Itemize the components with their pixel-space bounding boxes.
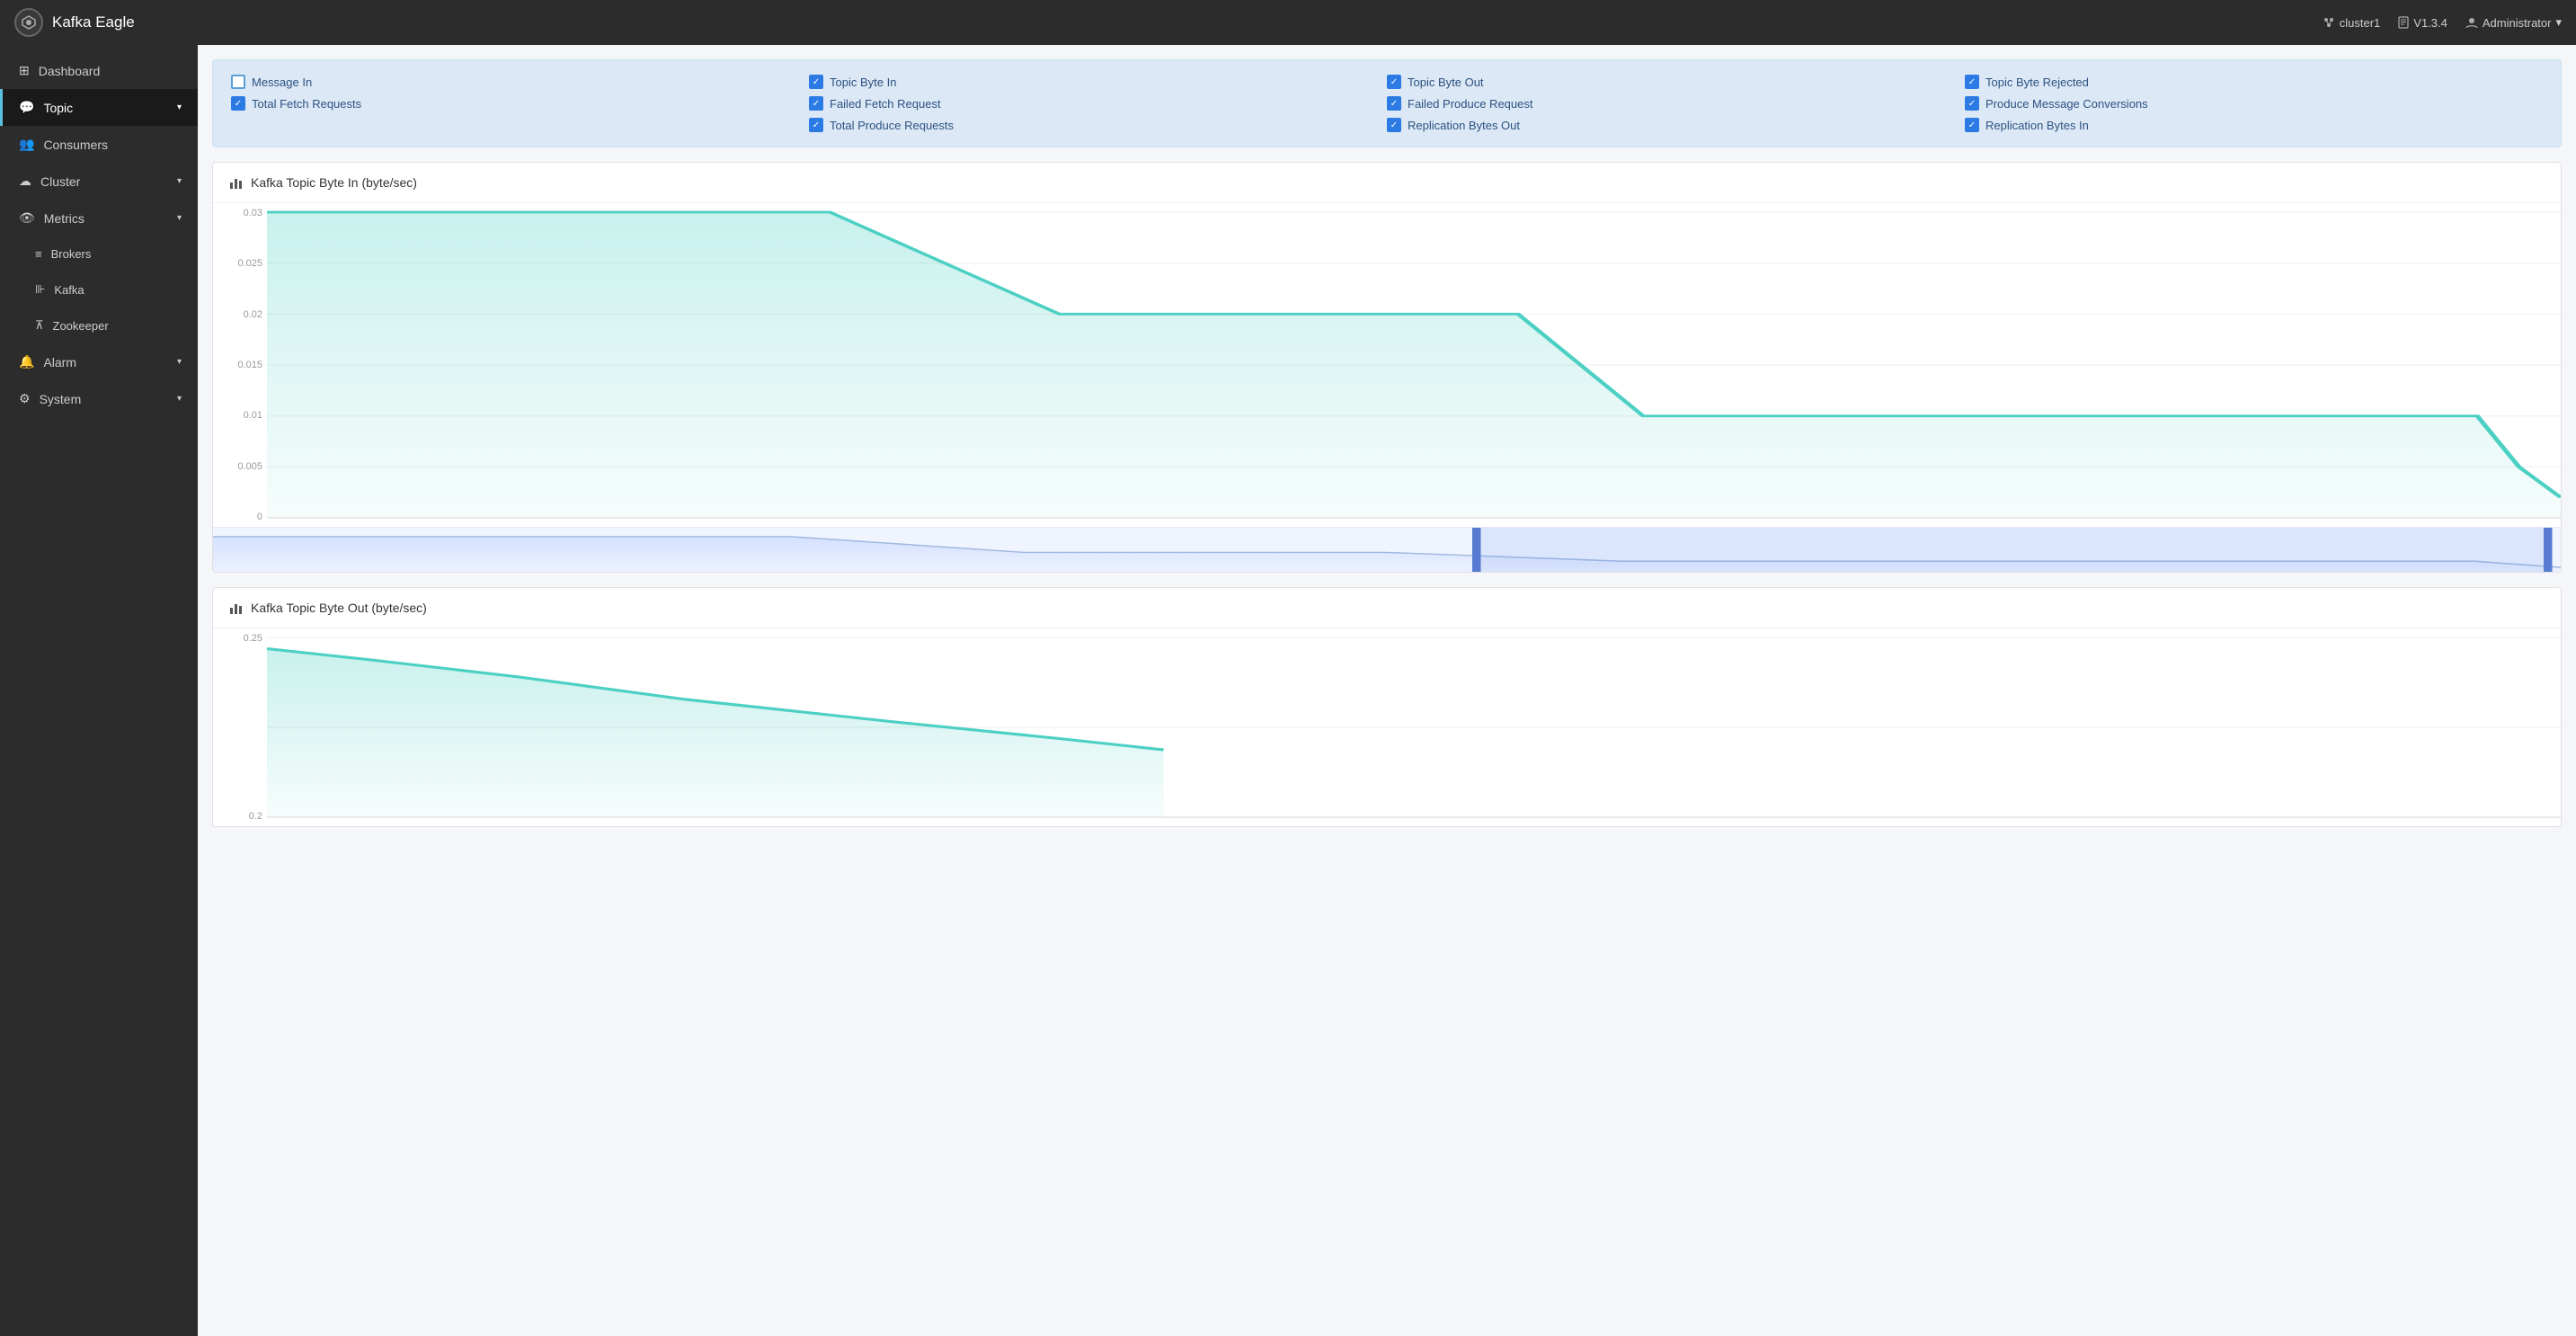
filter-empty bbox=[231, 118, 809, 132]
filter-topic-byte-out[interactable]: ✓ Topic Byte Out bbox=[1387, 75, 1965, 89]
failed-produce-request-label: Failed Produce Request bbox=[1408, 97, 1532, 111]
sidebar-label-system: System bbox=[40, 392, 82, 406]
system-chevron-icon: ▾ bbox=[177, 394, 182, 404]
filter-topic-byte-in[interactable]: ✓ Topic Byte In bbox=[809, 75, 1387, 89]
total-produce-requests-label: Total Produce Requests bbox=[830, 119, 954, 132]
topic-byte-out-checkbox[interactable]: ✓ bbox=[1387, 75, 1401, 89]
brokers-icon: ≡ bbox=[35, 247, 42, 261]
filter-failed-produce-request[interactable]: ✓ Failed Produce Request bbox=[1387, 96, 1965, 111]
chart1-minimap[interactable] bbox=[213, 527, 2561, 572]
user-indicator[interactable]: Administrator ▾ bbox=[2465, 15, 2562, 30]
sidebar-label-zookeeper: Zookeeper bbox=[53, 319, 109, 333]
user-dropdown-icon: ▾ bbox=[2555, 15, 2562, 30]
chart-bar-icon bbox=[229, 175, 244, 190]
sidebar-label-kafka: Kafka bbox=[54, 283, 84, 297]
alarm-chevron-icon: ▾ bbox=[177, 357, 182, 367]
system-icon: ⚙ bbox=[19, 391, 31, 406]
version-indicator: V1.3.4 bbox=[2398, 16, 2447, 30]
sidebar-item-metrics[interactable]: 👁 Metrics ▾ bbox=[0, 200, 198, 236]
replication-bytes-in-label: Replication Bytes In bbox=[1985, 119, 2089, 132]
chart2-title: Kafka Topic Byte Out (byte/sec) bbox=[251, 601, 427, 615]
logo-icon bbox=[14, 8, 43, 37]
failed-fetch-request-checkbox[interactable]: ✓ bbox=[809, 96, 823, 111]
consumers-icon: 👥 bbox=[19, 137, 34, 152]
sidebar-item-system[interactable]: ⚙ System ▾ bbox=[0, 380, 198, 417]
filter-panel: Message In ✓ Topic Byte In ✓ Topic Byte … bbox=[212, 59, 2562, 147]
sidebar-item-topic[interactable]: 💬 Topic ▾ bbox=[0, 89, 198, 126]
filter-replication-bytes-in[interactable]: ✓ Replication Bytes In bbox=[1965, 118, 2543, 132]
topic-chevron-icon: ▾ bbox=[177, 102, 182, 112]
chart-topic-byte-out: Kafka Topic Byte Out (byte/sec) 0.25 0.2 bbox=[212, 587, 2562, 827]
message-in-label: Message In bbox=[252, 76, 312, 89]
sidebar-label-dashboard: Dashboard bbox=[39, 64, 101, 78]
filter-failed-fetch-request[interactable]: ✓ Failed Fetch Request bbox=[809, 96, 1387, 111]
chart-title-byte-out: Kafka Topic Byte Out (byte/sec) bbox=[213, 588, 2561, 628]
cluster-icon: ☁ bbox=[19, 174, 31, 189]
sidebar-label-alarm: Alarm bbox=[43, 355, 76, 370]
metrics-icon: 👁 bbox=[19, 210, 35, 226]
produce-message-conversions-checkbox[interactable]: ✓ bbox=[1965, 96, 1979, 111]
failed-produce-request-checkbox[interactable]: ✓ bbox=[1387, 96, 1401, 111]
topic-byte-in-checkbox[interactable]: ✓ bbox=[809, 75, 823, 89]
chart2-body: 0.25 0.2 bbox=[213, 628, 2561, 826]
topic-byte-out-label: Topic Byte Out bbox=[1408, 76, 1484, 89]
total-fetch-requests-checkbox[interactable]: ✓ bbox=[231, 96, 245, 111]
filter-total-produce-requests[interactable]: ✓ Total Produce Requests bbox=[809, 118, 1387, 132]
sidebar-item-kafka[interactable]: ⊪ Kafka bbox=[0, 272, 198, 307]
filter-total-fetch-requests[interactable]: ✓ Total Fetch Requests bbox=[231, 96, 809, 111]
chart1-title: Kafka Topic Byte In (byte/sec) bbox=[251, 175, 417, 190]
replication-bytes-out-label: Replication Bytes Out bbox=[1408, 119, 1520, 132]
failed-fetch-request-label: Failed Fetch Request bbox=[830, 97, 941, 111]
sidebar-label-brokers: Brokers bbox=[51, 247, 92, 261]
sidebar-item-consumers[interactable]: 👥 Consumers bbox=[0, 126, 198, 163]
topic-byte-rejected-label: Topic Byte Rejected bbox=[1985, 76, 2089, 89]
chart1-y-labels: 0.03 0.025 0.02 0.015 0.01 0.005 0 bbox=[213, 203, 262, 527]
chart-title-byte-in: Kafka Topic Byte In (byte/sec) bbox=[213, 163, 2561, 203]
filter-produce-message-conversions[interactable]: ✓ Produce Message Conversions bbox=[1965, 96, 2543, 111]
top-navbar: Kafka Eagle cluster1 V1.3.4 Administrato… bbox=[0, 0, 2576, 45]
cluster-indicator: cluster1 bbox=[2323, 16, 2381, 30]
alarm-icon: 🔔 bbox=[19, 354, 34, 370]
sidebar-label-metrics: Metrics bbox=[44, 211, 84, 226]
dashboard-icon: ⊞ bbox=[19, 63, 30, 78]
sidebar-item-cluster[interactable]: ☁ Cluster ▾ bbox=[0, 163, 198, 200]
chart-bar2-icon bbox=[229, 601, 244, 615]
zookeeper-icon: ⊼ bbox=[35, 318, 44, 333]
filter-topic-byte-rejected[interactable]: ✓ Topic Byte Rejected bbox=[1965, 75, 2543, 89]
main-content: Message In ✓ Topic Byte In ✓ Topic Byte … bbox=[198, 45, 2576, 1336]
message-in-checkbox[interactable] bbox=[231, 75, 245, 89]
replication-bytes-out-checkbox[interactable]: ✓ bbox=[1387, 118, 1401, 132]
chart1-minimap-svg bbox=[213, 528, 2561, 572]
topnav-right: cluster1 V1.3.4 Administrator ▾ bbox=[2323, 15, 2562, 30]
filter-message-in[interactable]: Message In bbox=[231, 75, 809, 89]
sidebar-label-cluster: Cluster bbox=[40, 174, 80, 189]
topic-byte-rejected-checkbox[interactable]: ✓ bbox=[1965, 75, 1979, 89]
total-fetch-requests-label: Total Fetch Requests bbox=[252, 97, 361, 111]
chart2-svg bbox=[267, 637, 2561, 817]
chart-topic-byte-in: Kafka Topic Byte In (byte/sec) 0.03 0.02… bbox=[212, 162, 2562, 573]
kafka-icon: ⊪ bbox=[35, 282, 45, 297]
sidebar-item-zookeeper[interactable]: ⊼ Zookeeper bbox=[0, 307, 198, 343]
chart2-y-labels: 0.25 0.2 bbox=[213, 628, 262, 826]
sidebar-item-brokers[interactable]: ≡ Brokers bbox=[0, 236, 198, 272]
sidebar-item-dashboard[interactable]: ⊞ Dashboard bbox=[0, 52, 198, 89]
chart1-svg: 2019-07-14 16:15 2019-07-14 16:27 2019-0… bbox=[267, 212, 2561, 518]
cluster-chevron-icon: ▾ bbox=[177, 176, 182, 186]
total-produce-requests-checkbox[interactable]: ✓ bbox=[809, 118, 823, 132]
replication-bytes-in-checkbox[interactable]: ✓ bbox=[1965, 118, 1979, 132]
filter-grid: Message In ✓ Topic Byte In ✓ Topic Byte … bbox=[231, 75, 2543, 132]
sidebar-label-topic: Topic bbox=[43, 101, 73, 115]
metrics-chevron-icon: ▾ bbox=[177, 213, 182, 223]
topic-icon: 💬 bbox=[19, 100, 34, 115]
produce-message-conversions-label: Produce Message Conversions bbox=[1985, 97, 2148, 111]
chart1-body: 0.03 0.025 0.02 0.015 0.01 0.005 0 bbox=[213, 203, 2561, 527]
sidebar: ⊞ Dashboard 💬 Topic ▾ 👥 Consumers ☁ Clus… bbox=[0, 45, 198, 1336]
sidebar-item-alarm[interactable]: 🔔 Alarm ▾ bbox=[0, 343, 198, 380]
topic-byte-in-label: Topic Byte In bbox=[830, 76, 896, 89]
sidebar-label-consumers: Consumers bbox=[43, 138, 108, 152]
app-logo: Kafka Eagle bbox=[14, 8, 135, 37]
filter-replication-bytes-out[interactable]: ✓ Replication Bytes Out bbox=[1387, 118, 1965, 132]
app-title: Kafka Eagle bbox=[52, 13, 135, 31]
